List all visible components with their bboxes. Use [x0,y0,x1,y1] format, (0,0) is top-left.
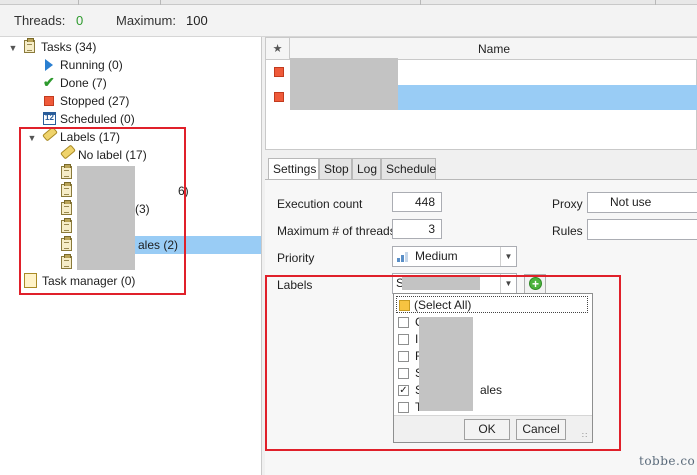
execution-count-label: Execution count [277,197,363,211]
redacted-area [290,58,398,110]
execution-count-field[interactable]: 448 [392,192,442,212]
chevron-down-icon[interactable]: ▼ [500,247,516,266]
checkmark-icon: ✔ [43,74,55,90]
maximum-label: Maximum: [116,13,176,28]
name-column-header[interactable]: Name [290,38,697,60]
rules-label: Rules [552,224,583,238]
stop-icon [44,96,54,106]
collapse-tasks-toggle[interactable]: ▼ [7,42,19,54]
threads-value: 0 [76,13,84,28]
threads-label: Threads: [14,13,66,28]
play-icon [45,59,53,71]
annotation-box-left [19,127,186,295]
priority-bars-icon [397,252,408,262]
max-threads-field[interactable]: 3 [392,219,442,239]
watermark: tobbe.co [639,454,696,468]
stopped-status-icon [274,67,284,77]
rules-field[interactable] [587,219,697,240]
max-threads-label: Maximum # of threads [277,224,396,238]
app-window: Threads: 0 Maximum: 100 ▼ Tasks (34) Run… [0,0,697,475]
priority-select[interactable]: Medium ▼ [392,246,517,267]
maximum-value: 100 [186,13,208,28]
tab-schedule[interactable]: Schedule [381,158,436,180]
tab-stop[interactable]: Stop [319,158,352,180]
grid-header: ★ Name [266,38,697,60]
clipboard-icon [24,38,35,53]
tab-log[interactable]: Log [352,158,381,180]
stopped-status-icon [274,92,284,102]
calendar-icon: 12 [43,112,56,125]
proxy-select[interactable]: Not use [587,192,697,213]
tab-settings[interactable]: Settings [268,158,319,181]
proxy-label: Proxy [552,197,583,211]
priority-label: Priority [277,251,315,265]
pin-column-icon[interactable]: ★ [266,38,290,60]
annotation-box-right [265,275,621,451]
threads-status-bar: Threads: 0 Maximum: 100 [0,5,697,37]
